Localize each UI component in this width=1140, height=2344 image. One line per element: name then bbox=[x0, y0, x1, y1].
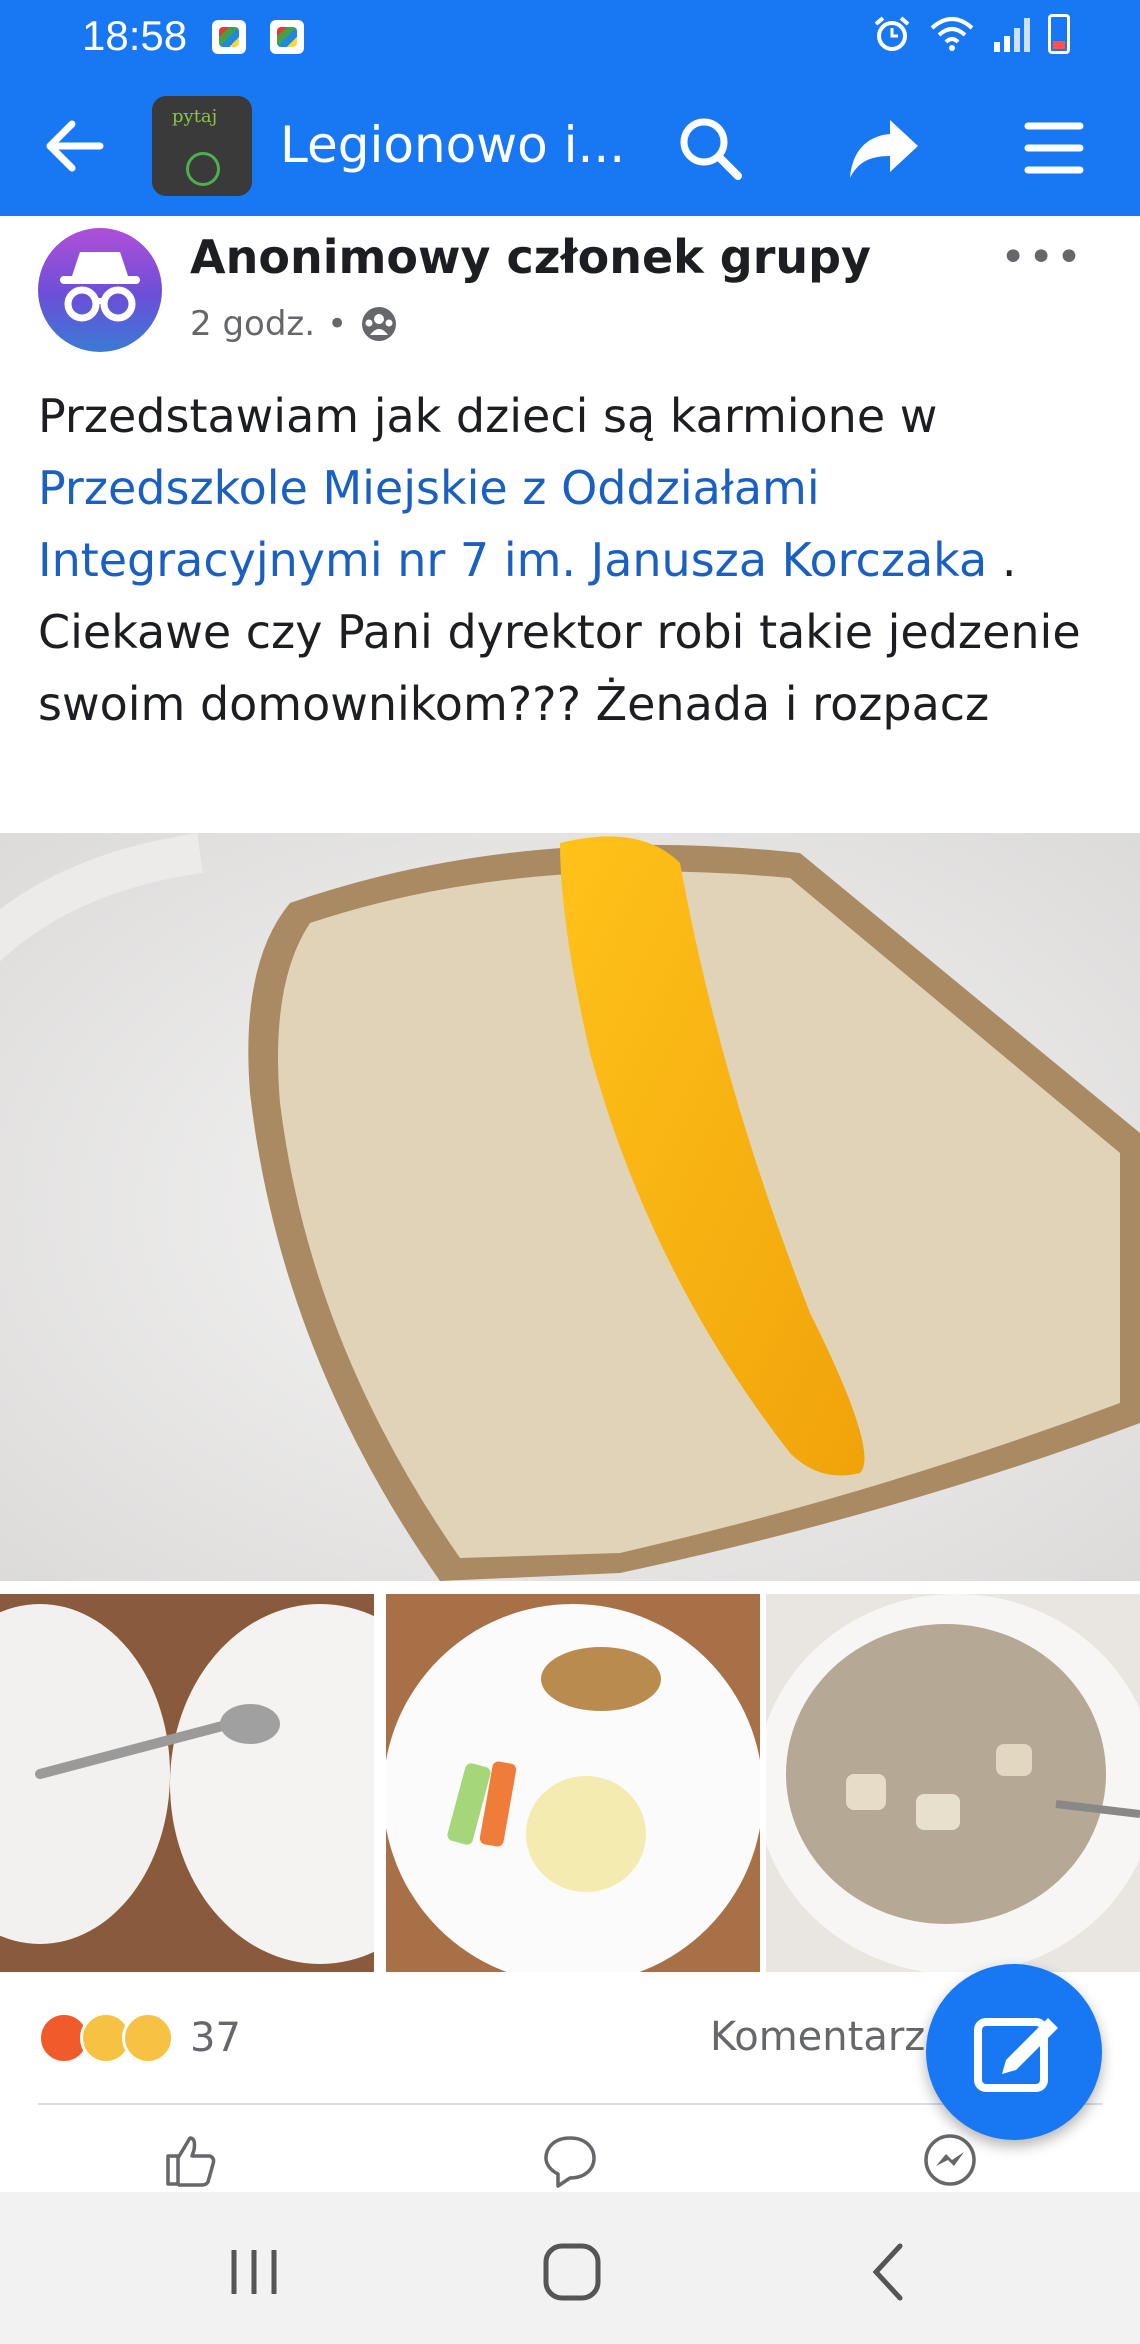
bread-photo-illustration bbox=[0, 833, 1140, 1581]
plates-illustration bbox=[0, 1594, 374, 1972]
status-bar: 18:58 bbox=[0, 0, 1140, 76]
menu-icon[interactable] bbox=[1016, 110, 1092, 186]
bread-with-pepper-photo[interactable] bbox=[0, 833, 1140, 1581]
notification-app-icon bbox=[212, 20, 246, 54]
group-title[interactable]: Legionowo i... bbox=[280, 116, 625, 174]
post-time[interactable]: 2 godz. bbox=[190, 304, 315, 344]
reactions-summary[interactable]: 37 bbox=[38, 2012, 241, 2064]
reaction-count: 37 bbox=[190, 2015, 241, 2061]
battery-icon bbox=[1048, 14, 1070, 54]
post-text-part1: Przedstawiam jak dzieci są karmione w bbox=[38, 389, 938, 443]
anonymous-avatar[interactable] bbox=[38, 228, 162, 352]
home-icon[interactable] bbox=[532, 2232, 612, 2312]
share-icon[interactable] bbox=[846, 110, 922, 186]
meal-plate-photo[interactable] bbox=[386, 1594, 760, 1972]
like-icon[interactable] bbox=[160, 2130, 220, 2190]
back-arrow-icon[interactable] bbox=[38, 110, 110, 182]
more-options-icon[interactable]: ••• bbox=[1000, 232, 1084, 283]
search-icon[interactable] bbox=[672, 110, 748, 186]
post-text: Przedstawiam jak dzieci są karmione w Pr… bbox=[38, 380, 1108, 740]
status-time: 18:58 bbox=[82, 12, 188, 59]
meta-separator: • bbox=[327, 304, 348, 344]
comment-icon[interactable] bbox=[540, 2130, 600, 2190]
post-meta: 2 godz. • bbox=[190, 304, 399, 344]
wifi-icon bbox=[930, 17, 974, 51]
soup-photo[interactable] bbox=[766, 1594, 1140, 1972]
recents-icon[interactable] bbox=[214, 2232, 294, 2312]
soup-illustration bbox=[766, 1594, 1140, 1972]
app-bar: pytaj Legionowo i... bbox=[0, 76, 1140, 216]
sad-emoji-icon bbox=[122, 2012, 174, 2064]
group-avatar-text: pytaj bbox=[172, 106, 218, 127]
meal-plate-illustration bbox=[386, 1594, 760, 1972]
compose-button[interactable] bbox=[926, 1964, 1102, 2140]
author-name[interactable]: Anonimowy członek grupy bbox=[190, 230, 871, 284]
signal-icon bbox=[994, 18, 1030, 52]
plates-photo[interactable] bbox=[0, 1594, 374, 1972]
comments-count[interactable]: Komentarze bbox=[710, 2014, 950, 2060]
incognito-icon bbox=[60, 252, 140, 322]
post-header: Anonimowy członek grupy 2 godz. • ••• bbox=[0, 216, 1140, 366]
face-icon bbox=[186, 152, 220, 186]
notification-app-icon bbox=[270, 20, 304, 54]
group-icon bbox=[362, 307, 397, 341]
page-link[interactable]: Przedszkole Miejskie z Oddziałami Integr… bbox=[38, 461, 987, 587]
compose-icon bbox=[974, 2018, 1058, 2092]
back-icon[interactable] bbox=[850, 2232, 930, 2312]
system-nav-bar bbox=[0, 2192, 1140, 2344]
status-indicators bbox=[872, 14, 1070, 54]
alarm-icon bbox=[874, 16, 910, 51]
group-avatar[interactable]: pytaj bbox=[152, 96, 252, 196]
